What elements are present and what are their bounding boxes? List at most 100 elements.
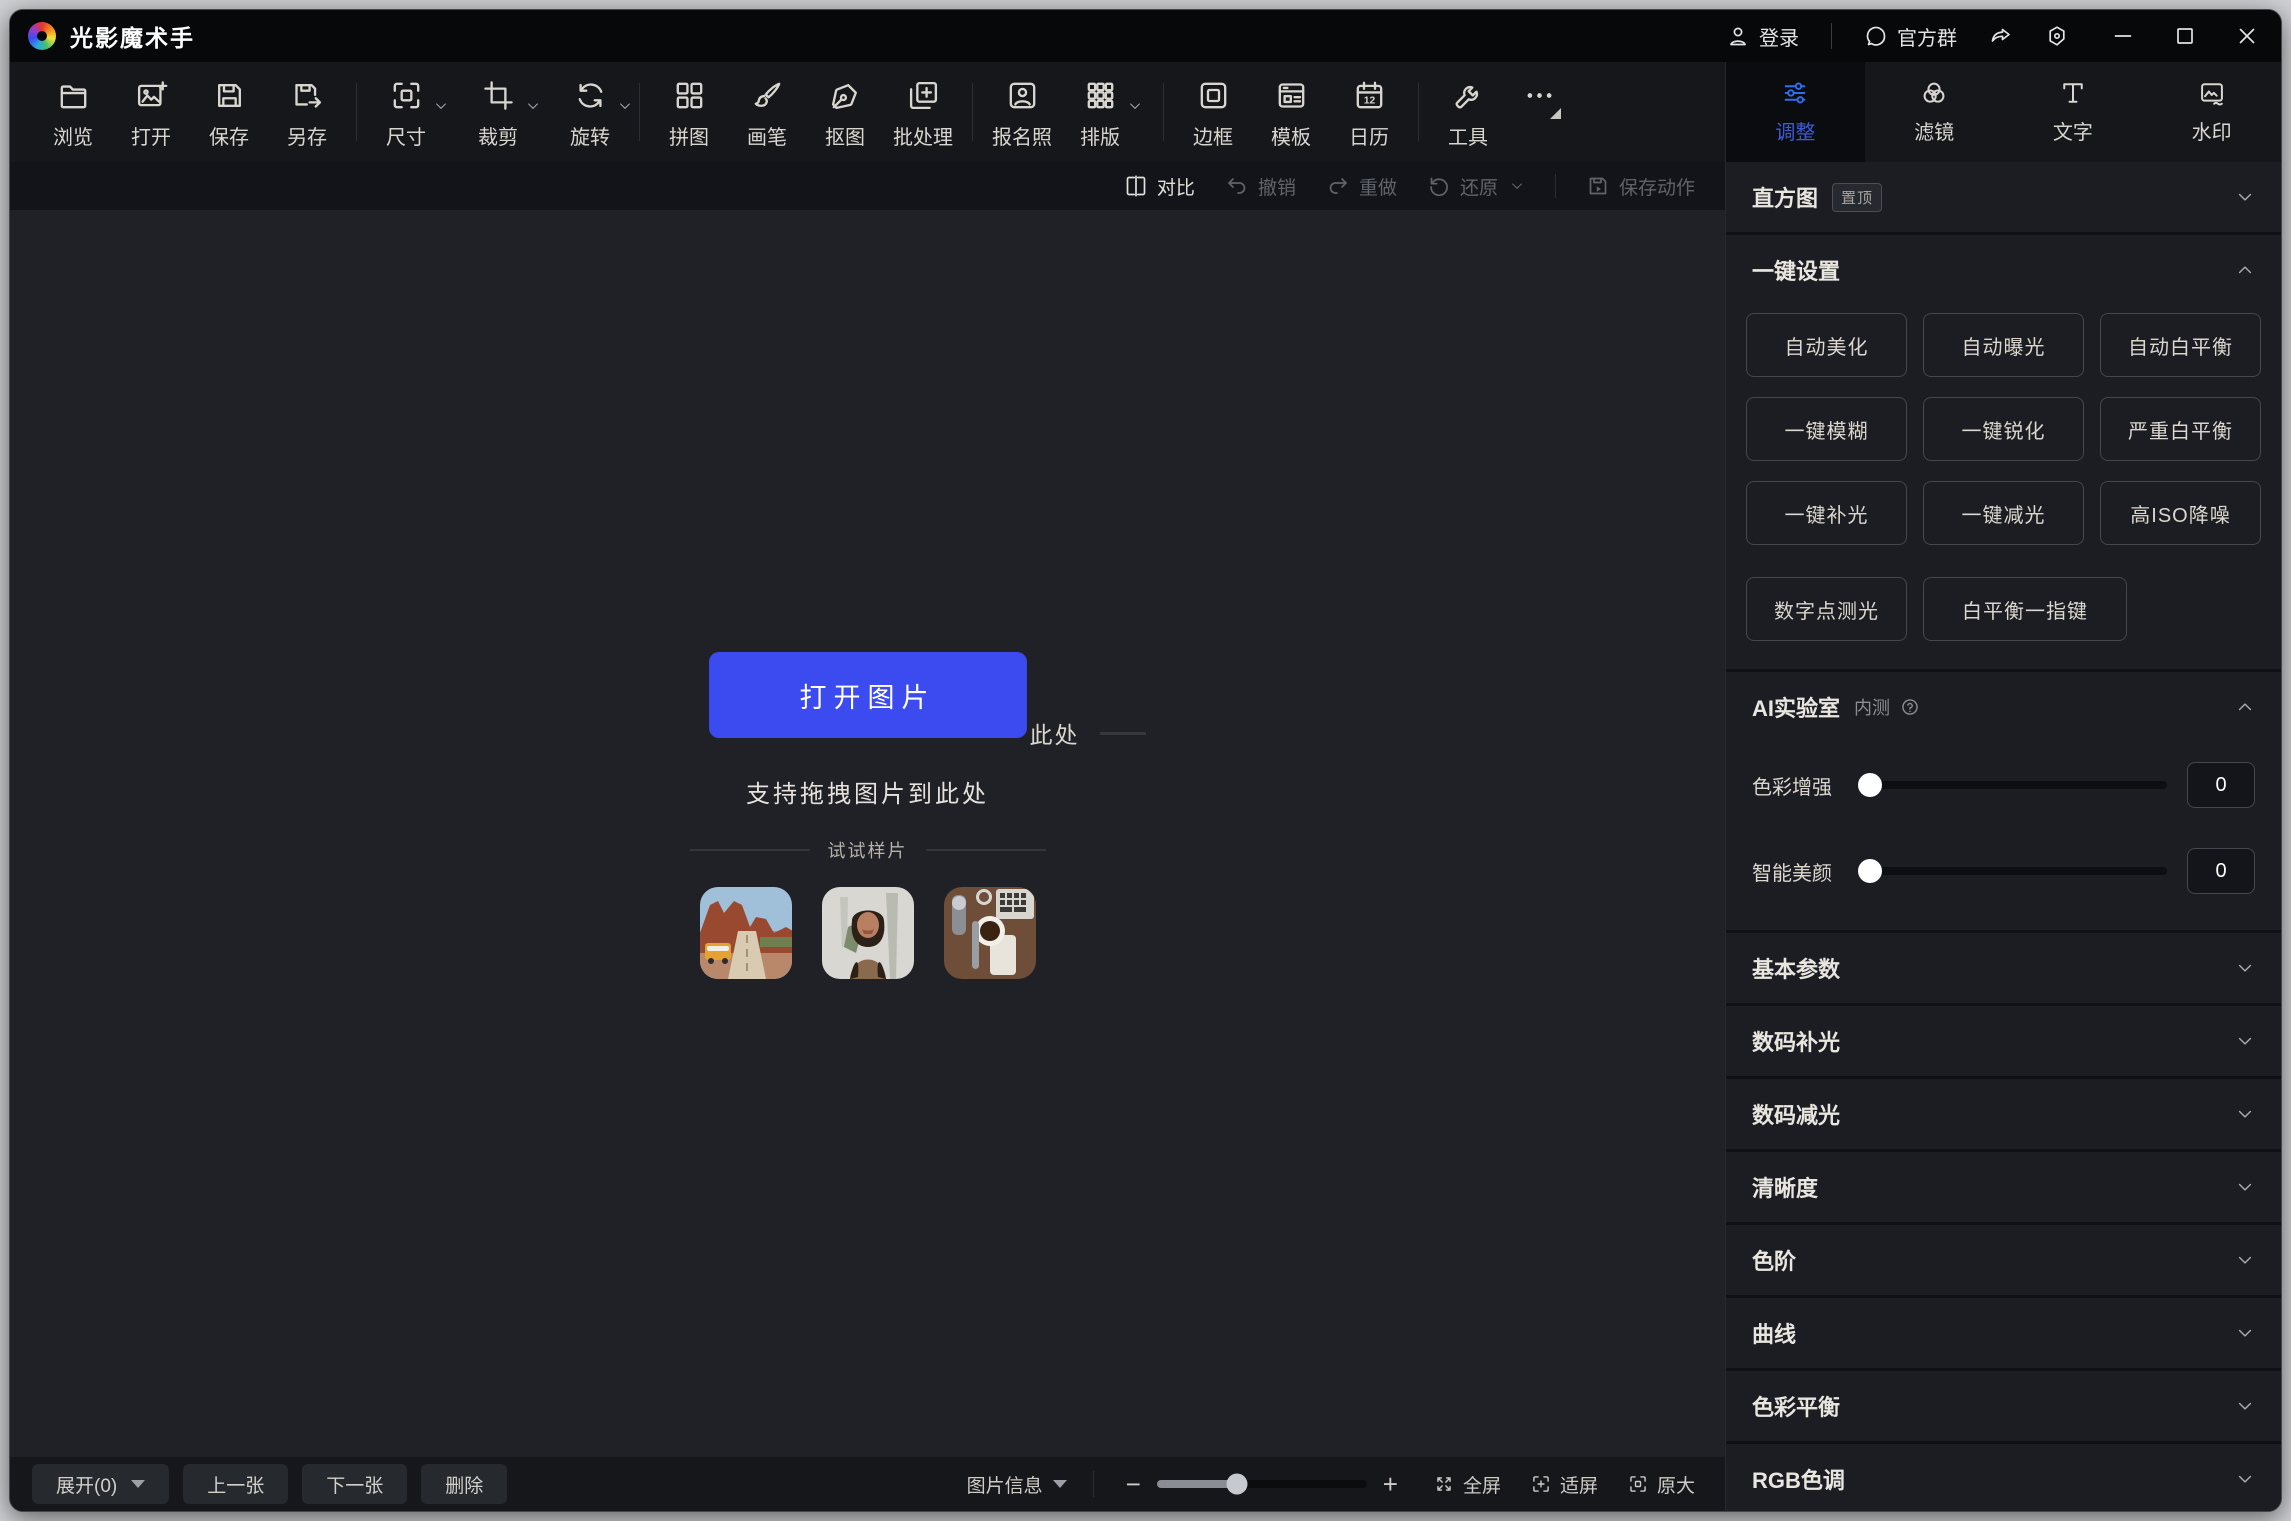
slider-thumb[interactable] xyxy=(1858,859,1882,883)
levels-header[interactable]: 色阶 xyxy=(1726,1225,2281,1295)
smart-beauty-slider[interactable] xyxy=(1864,867,2167,875)
zoom-out-button[interactable]: − xyxy=(1120,1469,1147,1500)
template-button[interactable]: 模板 xyxy=(1252,74,1330,150)
color-balance-header[interactable]: 色彩平衡 xyxy=(1726,1371,2281,1441)
chevron-down-icon[interactable] xyxy=(433,98,449,114)
undo-button[interactable]: 撤销 xyxy=(1225,173,1296,200)
color-enhance-value[interactable]: 0 xyxy=(2187,762,2255,808)
layout-button[interactable]: 排版 xyxy=(1061,74,1139,150)
cutout-button[interactable]: 抠图 xyxy=(806,74,884,150)
chevron-down-icon[interactable] xyxy=(2235,1323,2255,1343)
chevron-down-icon[interactable] xyxy=(1127,98,1143,114)
auto-beautify-button[interactable]: 自动美化 xyxy=(1746,313,1907,377)
crop-button[interactable]: 裁剪 xyxy=(459,74,537,150)
one-key-fill-light-button[interactable]: 一键补光 xyxy=(1746,481,1907,545)
color-enhance-slider[interactable] xyxy=(1864,781,2167,789)
delete-image-button[interactable]: 删除 xyxy=(421,1464,507,1504)
chevron-up-icon[interactable] xyxy=(2235,697,2255,717)
desert-road-sample[interactable] xyxy=(700,887,792,979)
compare-button[interactable]: 对比 xyxy=(1124,173,1195,200)
open-button[interactable]: 打开 xyxy=(112,74,190,150)
desk-flatlay-sample[interactable] xyxy=(944,887,1036,979)
frame-button[interactable]: 边框 xyxy=(1174,74,1252,150)
chevron-down-icon[interactable] xyxy=(2235,1104,2255,1124)
image-info-button[interactable]: 图片信息 xyxy=(967,1471,1067,1498)
digital-dim-light-title: 数码减光 xyxy=(1752,1098,1840,1130)
basic-params-header[interactable]: 基本参数 xyxy=(1726,933,2281,1003)
tab-text[interactable]: 文字 xyxy=(2004,62,2143,162)
auto-exposure-button[interactable]: 自动曝光 xyxy=(1923,313,2084,377)
fit-screen-button[interactable]: 适屏 xyxy=(1531,1471,1598,1498)
zoom-slider-thumb[interactable] xyxy=(1226,1474,1247,1495)
save-action-button[interactable]: 保存动作 xyxy=(1586,173,1695,200)
one-key-blur-button[interactable]: 一键模糊 xyxy=(1746,397,1907,461)
chevron-down-icon[interactable] xyxy=(2235,958,2255,978)
one-key-dim-light-button[interactable]: 一键减光 xyxy=(1923,481,2084,545)
question-circle-icon[interactable] xyxy=(1900,697,1920,717)
chevron-down-icon[interactable] xyxy=(2235,1250,2255,1270)
restore-button[interactable]: 还原 xyxy=(1427,173,1525,200)
smart-beauty-value[interactable]: 0 xyxy=(2187,848,2255,894)
white-balance-one-key-button[interactable]: 白平衡一指键 xyxy=(1923,577,2127,641)
digital-spot-metering-button[interactable]: 数字点测光 xyxy=(1746,577,1907,641)
chevron-down-icon[interactable] xyxy=(1509,178,1525,194)
samples-title-label: 试试样片 xyxy=(828,837,908,863)
pin-top-badge[interactable]: 置顶 xyxy=(1832,183,1882,212)
open-image-button[interactable]: 打开图片 xyxy=(709,652,1027,738)
id-photo-button[interactable]: 报名照 xyxy=(983,74,1061,150)
collage-button[interactable]: 拼图 xyxy=(650,74,728,150)
clarity-header[interactable]: 清晰度 xyxy=(1726,1152,2281,1222)
save-as-button[interactable]: 另存 xyxy=(268,74,346,150)
maximize-icon[interactable] xyxy=(2173,24,2197,48)
chevron-down-icon[interactable] xyxy=(2235,1031,2255,1051)
fullscreen-button[interactable]: 全屏 xyxy=(1434,1471,1501,1498)
portrait-sample[interactable] xyxy=(822,887,914,979)
next-image-button[interactable]: 下一张 xyxy=(302,1464,407,1504)
tab-filter[interactable]: 滤镜 xyxy=(1865,62,2004,162)
zoom-slider[interactable] xyxy=(1157,1480,1367,1488)
previous-image-button[interactable]: 上一张 xyxy=(183,1464,288,1504)
digital-fill-light-header[interactable]: 数码补光 xyxy=(1726,1006,2281,1076)
one-key-sharpen-button[interactable]: 一键锐化 xyxy=(1923,397,2084,461)
chevron-down-icon[interactable] xyxy=(2235,1177,2255,1197)
auto-white-balance-button[interactable]: 自动白平衡 xyxy=(2100,313,2261,377)
brush-button[interactable]: 画笔 xyxy=(728,74,806,150)
expand-list-button[interactable]: 展开(0) xyxy=(32,1464,169,1504)
histogram-header[interactable]: 直方图 置顶 xyxy=(1726,162,2281,232)
tab-adjust[interactable]: 调整 xyxy=(1726,62,1865,162)
save-button[interactable]: 保存 xyxy=(190,74,268,150)
tools-button[interactable]: 工具 xyxy=(1429,74,1507,150)
more-tools-button[interactable] xyxy=(1507,74,1571,121)
share-button[interactable] xyxy=(1989,24,2013,48)
severe-white-balance-button[interactable]: 严重白平衡 xyxy=(2100,397,2261,461)
tab-watermark[interactable]: 水印 xyxy=(2142,62,2281,162)
high-iso-denoise-button[interactable]: 高ISO降噪 xyxy=(2100,481,2261,545)
chevron-down-icon[interactable] xyxy=(2235,1469,2255,1489)
redo-button[interactable]: 重做 xyxy=(1326,173,1397,200)
batch-button[interactable]: 批处理 xyxy=(884,74,962,150)
close-icon[interactable] xyxy=(2235,24,2259,48)
chevron-down-icon[interactable] xyxy=(2235,187,2255,207)
rotate-button[interactable]: 旋转 xyxy=(551,74,629,150)
rgb-tone-header[interactable]: RGB色调 xyxy=(1726,1444,2281,1511)
zoom-in-button[interactable]: + xyxy=(1377,1469,1404,1500)
smart-beauty-label: 智能美颜 xyxy=(1752,857,1844,886)
fullscreen-icon xyxy=(1434,1474,1454,1494)
chevron-down-icon[interactable] xyxy=(2235,1396,2255,1416)
curves-header[interactable]: 曲线 xyxy=(1726,1298,2281,1368)
browse-button[interactable]: 浏览 xyxy=(34,74,112,150)
chevron-down-icon[interactable] xyxy=(525,98,541,114)
chevron-up-icon[interactable] xyxy=(2235,260,2255,280)
slider-thumb[interactable] xyxy=(1858,773,1882,797)
settings-button[interactable] xyxy=(2045,24,2069,48)
login-button[interactable]: 登录 xyxy=(1726,22,1799,51)
ai-lab-header[interactable]: AI实验室 内测 xyxy=(1726,672,2281,742)
digital-dim-light-header[interactable]: 数码减光 xyxy=(1726,1079,2281,1149)
one-key-header[interactable]: 一键设置 xyxy=(1726,235,2281,305)
calendar-button[interactable]: 日历 xyxy=(1330,74,1408,150)
chevron-down-icon[interactable] xyxy=(617,98,633,114)
minimize-icon[interactable] xyxy=(2111,24,2135,48)
resize-button[interactable]: 尺寸 xyxy=(367,74,445,150)
original-size-button[interactable]: 原大 xyxy=(1628,1471,1695,1498)
official-group-button[interactable]: 官方群 xyxy=(1864,22,1957,51)
